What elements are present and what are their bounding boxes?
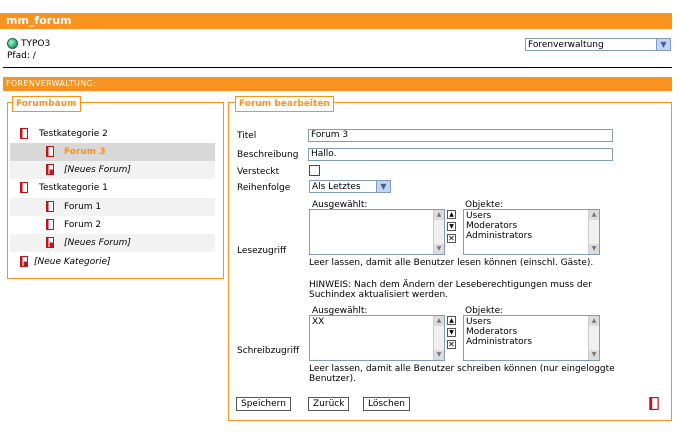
delete-doc-icon[interactable] bbox=[649, 397, 659, 410]
scroll-up-icon[interactable]: ▲ bbox=[589, 316, 599, 326]
save-button[interactable]: Speichern bbox=[236, 397, 291, 411]
tree-item-label: Forum 2 bbox=[64, 220, 102, 230]
chevron-down-icon: ▼ bbox=[376, 181, 390, 192]
write-hint-line-1: Leer lassen, damit alle Benutzer schreib… bbox=[309, 364, 615, 374]
read-notice-line-2: Suchindex aktualisiert werden. bbox=[309, 290, 449, 300]
tree-item-label: [Neue Kategorie] bbox=[34, 257, 111, 267]
new-doc-icon bbox=[46, 237, 54, 248]
list-item[interactable]: Administrators bbox=[466, 337, 597, 347]
root-node[interactable]: TYPO3 bbox=[7, 38, 50, 49]
list-item[interactable]: Administrators bbox=[466, 231, 597, 241]
description-input[interactable]: Hallo. bbox=[308, 148, 613, 161]
path-text: Pfad: / bbox=[7, 51, 36, 61]
scrollbar[interactable]: ▲ ▼ bbox=[588, 316, 599, 360]
module-select-value: Forenverwaltung bbox=[528, 40, 604, 50]
scroll-down-icon[interactable]: ▼ bbox=[589, 244, 599, 254]
module-title: mm_forum bbox=[6, 14, 72, 27]
scroll-down-icon[interactable]: ▼ bbox=[434, 350, 444, 360]
list-item[interactable]: Users bbox=[466, 211, 597, 221]
tree-item-forum-selected[interactable]: Forum 3 bbox=[10, 143, 215, 161]
tree-item-category[interactable]: Testkategorie 2 bbox=[10, 125, 215, 143]
scrollbar[interactable]: ▲ ▼ bbox=[588, 210, 599, 254]
list-item[interactable]: Moderators bbox=[466, 327, 597, 337]
scrollbar[interactable]: ▲ ▼ bbox=[433, 316, 444, 360]
read-objects-list[interactable]: Users Moderators Administrators ▲ ▼ bbox=[463, 209, 600, 255]
remove-icon[interactable]: ✕ bbox=[447, 340, 456, 349]
list-item[interactable]: Users bbox=[466, 317, 597, 327]
tree-item-label: [Neues Forum] bbox=[64, 165, 131, 175]
section-header: FORENVERWALTUNG: bbox=[3, 77, 672, 91]
category-doc-icon bbox=[20, 182, 28, 193]
scroll-up-icon[interactable]: ▲ bbox=[434, 316, 444, 326]
scroll-up-icon[interactable]: ▲ bbox=[434, 210, 444, 220]
tree-item-category[interactable]: Testkategorie 1 bbox=[10, 179, 215, 197]
move-down-icon[interactable]: ▼ bbox=[447, 222, 456, 231]
write-hint-line-2: Benutzer). bbox=[309, 374, 356, 384]
tree-item-new-category[interactable]: [Neue Kategorie] bbox=[10, 253, 215, 271]
tree-item-label: Testkategorie 2 bbox=[39, 129, 108, 139]
root-label: TYPO3 bbox=[21, 39, 51, 49]
read-hint: Leer lassen, damit alle Benutzer lesen k… bbox=[309, 258, 594, 268]
title-label: Titel bbox=[237, 131, 257, 141]
forum-doc-icon bbox=[46, 201, 54, 212]
forum-doc-icon bbox=[46, 146, 54, 157]
new-doc-icon bbox=[20, 256, 28, 267]
back-button[interactable]: Zurück bbox=[308, 397, 350, 411]
read-selected-list[interactable]: ▲ ▼ bbox=[309, 209, 445, 255]
write-access-label: Schreibzugriff bbox=[237, 346, 300, 356]
write-selected-list[interactable]: XX ▲ ▼ bbox=[309, 315, 445, 361]
hidden-label: Versteckt bbox=[237, 167, 280, 177]
forum-doc-icon bbox=[46, 219, 54, 230]
order-select-value: Als Letztes bbox=[312, 182, 361, 192]
tree-item-label: Testkategorie 1 bbox=[39, 183, 108, 193]
read-notice-line-1: HINWEIS: Nach dem Ändern der Leseberecht… bbox=[309, 280, 592, 290]
tree-item-new-forum[interactable]: [Neues Forum] bbox=[10, 161, 215, 179]
forum-edit-legend: Forum bearbeiten bbox=[235, 96, 334, 112]
read-access-label: Lesezugriff bbox=[237, 246, 287, 256]
move-up-icon[interactable]: ▲ bbox=[447, 210, 456, 219]
globe-icon bbox=[7, 38, 18, 49]
header-divider bbox=[3, 67, 672, 68]
scroll-down-icon[interactable]: ▼ bbox=[589, 350, 599, 360]
tree-item-forum[interactable]: Forum 1 bbox=[10, 198, 215, 216]
move-up-icon[interactable]: ▲ bbox=[447, 316, 456, 325]
module-select[interactable]: Forenverwaltung ▼ bbox=[525, 38, 671, 51]
tree-item-label: Forum 3 bbox=[64, 147, 106, 157]
forum-tree-legend: Forumbaum bbox=[12, 96, 81, 112]
move-down-icon[interactable]: ▼ bbox=[447, 328, 456, 337]
write-objects-list[interactable]: Users Moderators Administrators ▲ ▼ bbox=[463, 315, 600, 361]
order-label: Reihenfolge bbox=[237, 183, 291, 193]
order-select[interactable]: Als Letztes ▼ bbox=[309, 180, 391, 193]
module-title-bar: mm_forum bbox=[0, 13, 672, 29]
tree-item-label: [Neues Forum] bbox=[64, 238, 131, 248]
tree-item-label: Forum 1 bbox=[64, 202, 102, 212]
hidden-checkbox[interactable] bbox=[309, 165, 320, 176]
scroll-up-icon[interactable]: ▲ bbox=[589, 210, 599, 220]
title-input[interactable]: Forum 3 bbox=[308, 129, 613, 142]
description-label: Beschreibung bbox=[237, 150, 299, 160]
tree-item-forum[interactable]: Forum 2 bbox=[10, 216, 215, 234]
category-doc-icon bbox=[20, 128, 28, 139]
scrollbar[interactable]: ▲ ▼ bbox=[433, 210, 444, 254]
chevron-down-icon: ▼ bbox=[656, 39, 670, 50]
list-item[interactable]: XX bbox=[312, 317, 442, 327]
tree-item-new-forum[interactable]: [Neues Forum] bbox=[10, 234, 215, 252]
scroll-down-icon[interactable]: ▼ bbox=[434, 244, 444, 254]
remove-icon[interactable]: ✕ bbox=[447, 234, 456, 243]
new-doc-icon bbox=[46, 164, 54, 175]
delete-button[interactable]: Löschen bbox=[363, 397, 410, 411]
list-item[interactable]: Moderators bbox=[466, 221, 597, 231]
section-title: FORENVERWALTUNG: bbox=[6, 79, 96, 88]
